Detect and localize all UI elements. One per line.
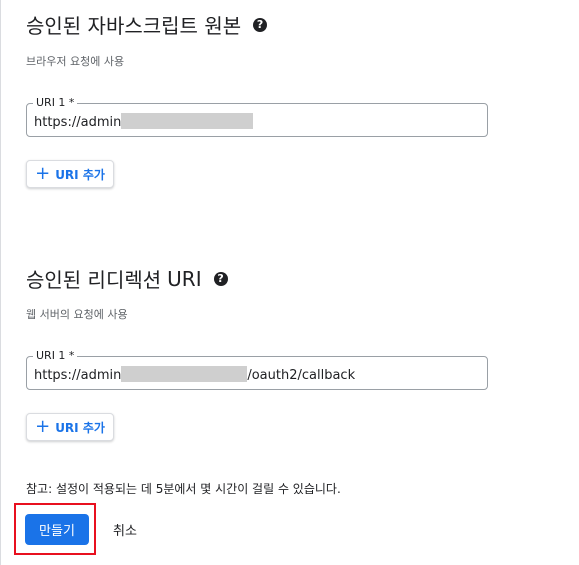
js-origin-uri-field[interactable]: URI 1 * https://admin (26, 96, 488, 137)
redirect-uri-label: URI 1 * (33, 349, 78, 362)
redirect-uris-title-text: 승인된 리디렉션 (26, 268, 162, 292)
add-redirect-uri-label: URI 추가 (55, 420, 105, 435)
add-js-origin-button[interactable]: + URI 추가 (26, 160, 114, 188)
help-icon[interactable]: ? (213, 271, 228, 286)
js-origins-title-text: 승인된 자바스크립트 원본 (26, 14, 242, 38)
js-origins-title: 승인된 자바스크립트 원본 ? (26, 10, 268, 39)
redirect-uri-field[interactable]: URI 1 * https://admin/oauth2/callback (26, 349, 488, 390)
redirect-uris-title-uri: URI (167, 266, 202, 291)
settings-note: 참고: 설정이 적용되는 데 5분에서 몇 시간이 걸릴 수 있습니다. (26, 482, 341, 496)
left-divider (0, 0, 1, 565)
plus-icon: + (35, 416, 51, 437)
redacted-block (121, 113, 254, 129)
js-origins-subtitle: 브라우저 요청에 사용 (26, 55, 125, 68)
plus-icon: + (35, 163, 51, 184)
add-js-origin-label: URI 추가 (55, 167, 105, 182)
js-origin-uri-value[interactable]: https://admin (34, 113, 254, 130)
add-redirect-uri-button[interactable]: + URI 추가 (26, 413, 114, 441)
js-origin-uri-label: URI 1 * (33, 96, 78, 109)
help-icon[interactable]: ? (253, 17, 268, 32)
redirect-uri-value[interactable]: https://admin/oauth2/callback (34, 366, 355, 383)
cancel-button[interactable]: 취소 (103, 514, 147, 545)
redirect-uris-subtitle: 웹 서버의 요청에 사용 (26, 308, 128, 321)
create-button[interactable]: 만들기 (25, 514, 89, 545)
redirect-uris-title: 승인된 리디렉션 URI ? (26, 264, 228, 293)
redacted-block (121, 366, 248, 382)
